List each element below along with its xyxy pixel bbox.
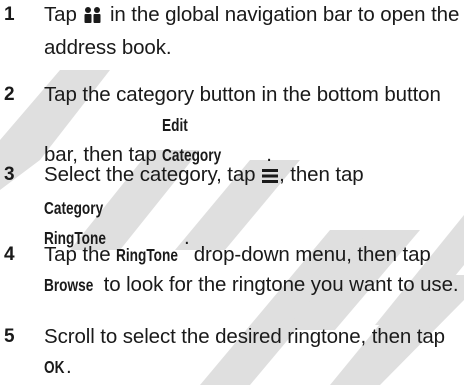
ok-label: OK bbox=[44, 357, 65, 377]
step-number: 1 bbox=[4, 4, 15, 25]
address-book-people-icon bbox=[82, 3, 104, 33]
step-number: 5 bbox=[4, 326, 15, 347]
step-text: Tap the category button in the bottom bu… bbox=[44, 80, 460, 170]
step-text: Tap in the global navigation bar to open… bbox=[44, 3, 460, 59]
browse-label: Browse bbox=[44, 275, 94, 295]
ringtone-label: RingTone bbox=[116, 245, 179, 265]
step-number: 3 bbox=[4, 164, 15, 185]
menu-lines-icon bbox=[261, 163, 279, 193]
step-text: Scroll to select the desired ringtone, t… bbox=[44, 322, 460, 382]
step-text: Tap the RingTone drop-down menu, then ta… bbox=[44, 240, 460, 300]
step-number: 4 bbox=[4, 244, 15, 265]
step-number: 2 bbox=[4, 84, 15, 105]
